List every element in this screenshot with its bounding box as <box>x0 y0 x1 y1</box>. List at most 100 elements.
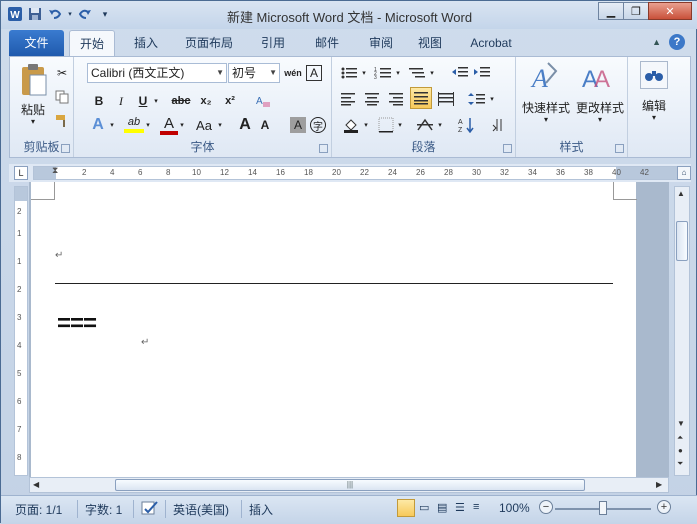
align-center-icon[interactable] <box>362 89 382 109</box>
multilevel-dropdown-icon[interactable]: ▾ <box>428 63 436 83</box>
tab-insert[interactable]: 插入 <box>121 32 171 54</box>
shrink-font-button[interactable]: A <box>256 115 274 135</box>
paste-button[interactable]: 粘贴 ▾ <box>16 61 50 131</box>
tab-page-layout[interactable]: 页面布局 <box>177 32 241 54</box>
zoom-out-button[interactable]: − <box>539 500 553 514</box>
clipboard-launcher-icon[interactable] <box>61 144 70 153</box>
font-size-combo[interactable]: 初号 ▼ <box>228 63 280 83</box>
underline-dropdown-icon[interactable]: ▾ <box>152 91 160 111</box>
subscript-button[interactable]: x₂ <box>196 91 216 111</box>
chinese-layout-icon[interactable] <box>414 115 436 135</box>
vertical-scroll-thumb[interactable] <box>676 221 688 261</box>
next-page-icon[interactable]: ⏷ <box>677 459 683 469</box>
numbering-dropdown-icon[interactable]: ▾ <box>394 63 402 83</box>
language-indicator[interactable]: 英语(美国) <box>173 501 229 518</box>
scroll-left-icon[interactable]: ◀ <box>33 480 39 489</box>
zoom-in-button[interactable]: + <box>657 500 671 514</box>
quick-styles-button[interactable]: A 快速样式 ▾ <box>518 61 572 131</box>
horizontal-scrollbar[interactable]: ◀ ||| ▶ <box>29 477 669 493</box>
tab-view[interactable]: 视图 <box>411 32 449 54</box>
highlight-button[interactable]: ab <box>124 115 144 133</box>
editing-button[interactable]: 编辑 ▾ <box>632 59 672 129</box>
indent-marker-icon[interactable]: ⧗ <box>52 165 58 176</box>
vertical-ruler[interactable]: 2 1 1 2 3 4 5 6 7 8 <box>14 186 28 476</box>
ruler-toggle-icon[interactable]: ⌂ <box>677 166 691 180</box>
multilevel-list-icon[interactable] <box>406 63 428 83</box>
bullets-icon[interactable] <box>338 63 360 83</box>
clear-formatting-icon[interactable]: A <box>252 91 274 111</box>
borders-icon[interactable] <box>376 115 396 135</box>
web-layout-view-icon[interactable]: ▤ <box>437 501 447 514</box>
increase-indent-icon[interactable] <box>472 63 492 83</box>
tab-review[interactable]: 审阅 <box>357 32 405 54</box>
sort-icon[interactable]: AZ <box>456 115 478 135</box>
insert-mode[interactable]: 插入 <box>249 501 273 518</box>
align-left-icon[interactable] <box>338 89 358 109</box>
scroll-right-icon[interactable]: ▶ <box>656 480 662 489</box>
change-styles-button[interactable]: AA 更改样式 ▾ <box>572 61 626 131</box>
grow-font-button[interactable]: A <box>236 115 254 135</box>
vertical-scrollbar[interactable]: ▲ ▼ ⏶ ● ⏷ <box>674 186 690 476</box>
font-size-dropdown-icon[interactable]: ▼ <box>269 64 277 82</box>
bold-button[interactable]: B <box>90 91 108 111</box>
char-shading-button[interactable]: A <box>290 117 306 133</box>
styles-launcher-icon[interactable] <box>615 144 624 153</box>
zoom-slider-thumb[interactable] <box>599 501 607 515</box>
shading-dropdown-icon[interactable]: ▾ <box>362 115 370 135</box>
scroll-down-icon[interactable]: ▼ <box>677 419 685 428</box>
font-color-button[interactable]: A <box>160 115 178 135</box>
tab-mailings[interactable]: 邮件 <box>303 32 351 54</box>
font-name-dropdown-icon[interactable]: ▼ <box>216 64 224 82</box>
bullets-dropdown-icon[interactable]: ▾ <box>360 63 368 83</box>
format-painter-icon[interactable] <box>54 111 70 131</box>
show-marks-icon[interactable] <box>488 115 508 135</box>
prev-page-icon[interactable]: ⏶ <box>677 433 683 443</box>
scroll-up-icon[interactable]: ▲ <box>677 189 685 198</box>
italic-button[interactable]: I <box>112 91 130 111</box>
close-button[interactable]: ✕ <box>648 2 692 20</box>
document-page[interactable]: ↵ === ↵ <box>31 182 637 477</box>
char-border-button[interactable]: A <box>306 65 322 81</box>
shading-icon[interactable] <box>340 115 362 135</box>
decrease-indent-icon[interactable] <box>450 63 470 83</box>
change-case-button[interactable]: Aa <box>192 115 216 135</box>
help-icon[interactable]: ? <box>669 34 685 50</box>
strikethrough-button[interactable]: abc <box>168 91 194 111</box>
copy-icon[interactable] <box>54 87 70 107</box>
proofing-icon[interactable] <box>141 500 159 519</box>
chinese-layout-dropdown-icon[interactable]: ▾ <box>436 115 444 135</box>
browse-object-icon[interactable]: ● <box>678 446 683 455</box>
full-screen-view-icon[interactable]: ▭ <box>419 501 429 514</box>
tab-selector-icon[interactable]: L <box>14 166 28 180</box>
font-launcher-icon[interactable] <box>319 144 328 153</box>
word-count[interactable]: 字数: 1 <box>85 501 122 518</box>
outline-view-icon[interactable]: ☰ <box>455 501 465 514</box>
tab-references[interactable]: 引用 <box>249 32 297 54</box>
tab-home[interactable]: 开始 <box>69 30 115 56</box>
print-layout-view-icon[interactable] <box>397 499 415 517</box>
align-right-icon[interactable] <box>386 89 406 109</box>
justify-icon[interactable] <box>410 87 432 109</box>
font-color-dropdown-icon[interactable]: ▾ <box>178 115 186 135</box>
font-name-combo[interactable]: Calibri (西文正文) ▼ <box>87 63 227 83</box>
restore-button[interactable]: ❐ <box>623 2 649 20</box>
superscript-button[interactable]: x² <box>220 91 240 111</box>
page-count[interactable]: 页面: 1/1 <box>15 501 62 518</box>
minimize-button[interactable]: ▁ <box>598 2 624 20</box>
phonetic-guide-button[interactable]: wén <box>284 63 302 83</box>
tab-file[interactable]: 文件 <box>9 30 64 56</box>
text-effects-button[interactable]: A <box>88 115 108 135</box>
horizontal-ruler[interactable]: ⧗ 2 4 6 8 10 12 14 16 18 20 22 24 26 28 … <box>33 165 683 180</box>
draft-view-icon[interactable]: ≡ <box>473 501 479 513</box>
zoom-level[interactable]: 100% <box>499 501 530 515</box>
tab-acrobat[interactable]: Acrobat <box>461 32 521 54</box>
change-case-dropdown-icon[interactable]: ▾ <box>216 115 224 135</box>
cut-icon[interactable]: ✂ <box>54 63 70 83</box>
line-spacing-dropdown-icon[interactable]: ▾ <box>488 89 496 109</box>
numbering-icon[interactable]: 123 <box>372 63 394 83</box>
enclose-char-button[interactable]: 字 <box>310 117 326 133</box>
text-effects-dropdown-icon[interactable]: ▾ <box>108 115 116 135</box>
distributed-icon[interactable] <box>436 89 456 109</box>
highlight-dropdown-icon[interactable]: ▾ <box>144 115 152 135</box>
paragraph-launcher-icon[interactable] <box>503 144 512 153</box>
